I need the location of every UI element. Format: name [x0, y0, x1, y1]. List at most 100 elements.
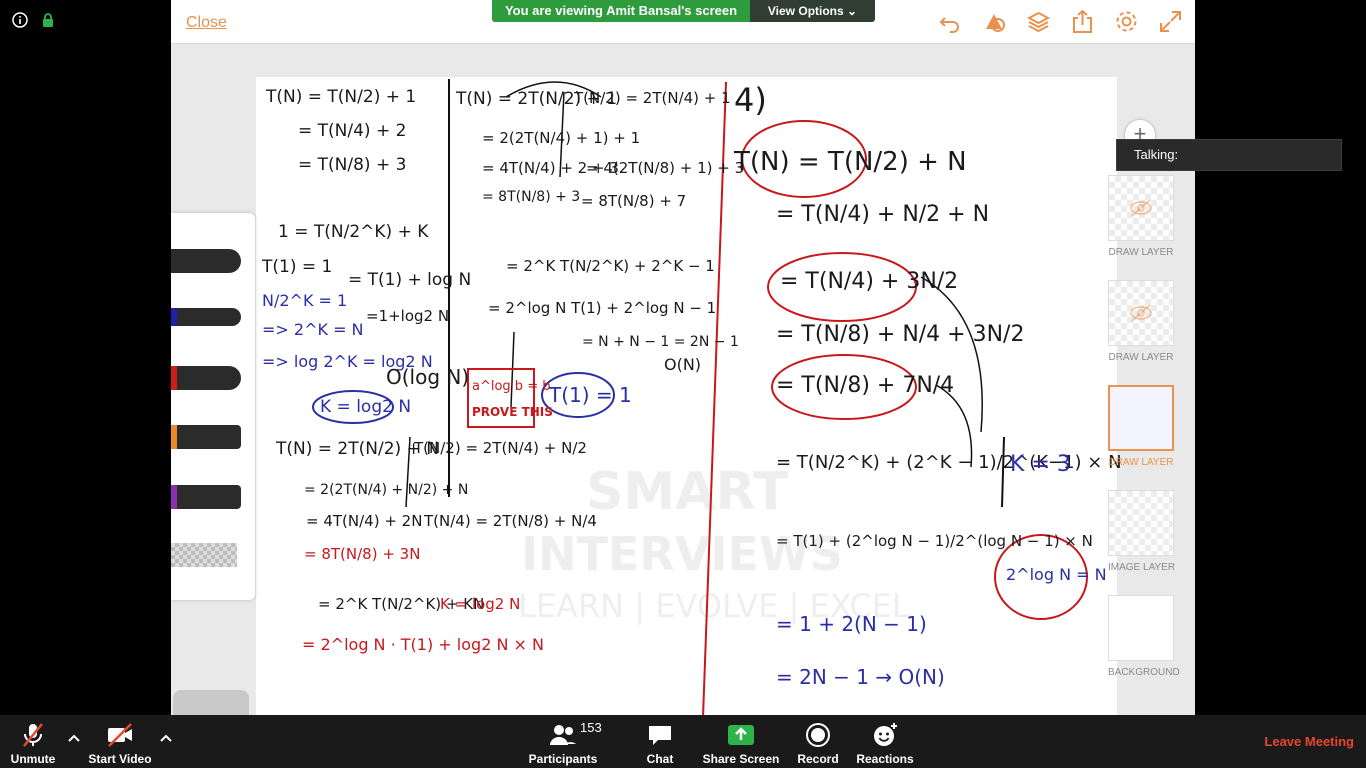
brush-red-tip [171, 366, 177, 390]
view-options-label: View Options [767, 4, 844, 18]
c4-line-3: = T(N/4) + 3N/2 [780, 269, 959, 294]
c2-line-2: T(N/2) = 2T(N/4) + 1 [574, 89, 731, 107]
chat-icon [649, 726, 671, 745]
watermark-tagline: LEARN | EVOLVE | EXCEL [518, 587, 910, 625]
share-screen-button[interactable]: Share Screen [700, 715, 782, 768]
reactions-label: Reactions [856, 752, 914, 766]
hidden-eye-icon [1130, 199, 1152, 217]
layer-5[interactable]: BACKGROUND [1108, 595, 1180, 678]
watermark-title: SMART [586, 462, 789, 522]
start-video-label: Start Video [88, 752, 152, 766]
c2-line-6: = 8T(N/8) + 3 [482, 189, 581, 205]
export-icon[interactable] [1070, 9, 1095, 34]
leave-meeting-button[interactable]: Leave Meeting [1264, 734, 1354, 749]
c4-line-4: = T(N/8) + N/4 + 3N/2 [776, 322, 1025, 347]
layer-2-thumb [1108, 280, 1174, 346]
c1-line-7: N/2^K = 1 [262, 291, 348, 310]
layer-3-label: DRAW LAYER [1108, 457, 1174, 468]
layer-5-label: BACKGROUND [1108, 667, 1180, 678]
chat-label: Chat [646, 752, 674, 766]
audio-options-chevron-icon[interactable] [67, 731, 81, 745]
layer-3-thumb [1108, 385, 1174, 451]
shared-app-window: Close You are viewing Amit Bansal's scre… [171, 0, 1195, 715]
whiteboard-canvas[interactable]: T(N) = T(N/2) + 1 = T(N/4) + 2 = T(N/8) … [256, 77, 1122, 715]
chat-button[interactable]: Chat [638, 715, 682, 768]
reactions-smiley-icon [874, 723, 897, 746]
c2-line-3: = 2(2T(N/4) + 1) + 1 [482, 129, 641, 147]
c4-line-1: T(N) = T(N/2) + N [734, 147, 967, 177]
layer-3-active[interactable]: DRAW LAYER [1108, 385, 1174, 468]
start-video-button[interactable]: Start Video [86, 715, 154, 768]
viewing-banner: You are viewing Amit Bansal's screen Vie… [492, 0, 875, 22]
c1-line-3: = T(N/8) + 3 [298, 155, 407, 175]
prove-formula: a^log b = b [472, 379, 551, 394]
meeting-toolbar: Unmute Start Video Participants 153 Chat… [0, 715, 1366, 768]
c4-line-11: = 2N − 1 → O(N) [776, 665, 945, 689]
eraser-brush[interactable] [171, 543, 237, 567]
status-icons [12, 12, 56, 28]
c4-line-9: 2^log N = N [1006, 565, 1107, 584]
app-tool-icons [938, 9, 1183, 34]
close-link[interactable]: Close [186, 14, 227, 32]
c2-line-9: = 2^log N T(1) + 2^log N − 1 [488, 299, 717, 317]
layer-5-thumb [1108, 595, 1174, 661]
c1-line-1: T(N) = T(N/2) + 1 [266, 87, 417, 107]
participants-label: Participants [528, 752, 598, 766]
brush-orange-tip [171, 425, 177, 449]
fullscreen-icon[interactable] [1158, 9, 1183, 34]
c4-line-2: = T(N/4) + N/2 + N [776, 202, 990, 227]
brush-blue[interactable] [171, 308, 241, 326]
record-label: Record [797, 752, 839, 766]
brush-purple[interactable] [171, 485, 241, 509]
undo-icon[interactable] [938, 9, 963, 34]
brush-orange[interactable] [171, 425, 241, 449]
c4-line-7: K = 3 [1010, 452, 1071, 477]
c1-line-6: = T(1) + log N [348, 270, 472, 290]
talking-indicator: Talking: [1116, 139, 1342, 171]
brush-palette [171, 213, 255, 600]
microphone-muted-icon [23, 723, 43, 747]
c1-line-12: K = log2 N [320, 397, 412, 417]
view-options-button[interactable]: View Options ⌄ [750, 0, 875, 22]
shared-screen-area: Close You are viewing Amit Bansal's scre… [0, 0, 1366, 715]
viewing-message: You are viewing Amit Bansal's screen [492, 0, 750, 22]
c1-line-8: => 2^K = N [262, 320, 364, 339]
layers-panel: + DRAW LAYER DRAW LAYER DRAW LAYER IMAGE… [1108, 115, 1180, 695]
palette-bottom-button[interactable] [173, 690, 249, 715]
layer-4-label: IMAGE LAYER [1108, 562, 1176, 573]
video-options-chevron-icon[interactable] [159, 731, 173, 745]
unmute-button[interactable]: Unmute [4, 715, 62, 768]
c2-line-11: O(N) [664, 355, 702, 374]
c3-line-6: = 8T(N/8) + 3N [304, 545, 421, 563]
c4-line-5: = T(N/8) + 7N/4 [776, 373, 955, 398]
shapes-icon[interactable] [982, 9, 1007, 34]
video-camera-off-icon [108, 723, 132, 747]
share-screen-label: Share Screen [702, 752, 780, 766]
brush-black-tip [171, 249, 177, 273]
t1-equals-1: T(1) = 1 [549, 383, 632, 407]
brush-blue-tip [171, 308, 177, 326]
c1-line-9: =1+log2 N [366, 307, 450, 325]
layer-1-label: DRAW LAYER [1108, 247, 1174, 258]
record-button[interactable]: Record [794, 715, 842, 768]
encryption-lock-icon[interactable] [40, 12, 56, 28]
layer-2[interactable]: DRAW LAYER [1108, 280, 1174, 363]
layers-icon[interactable] [1026, 9, 1051, 34]
c2-line-5: = 4(2T(N/8) + 1) + 3 [586, 159, 745, 177]
chevron-down-icon: ⌄ [847, 4, 858, 18]
c3-line-4: = 4T(N/4) + 2N [306, 512, 423, 530]
settings-icon[interactable] [1114, 9, 1139, 34]
c1-line-4: 1 = T(N/2^K) + K [278, 222, 429, 242]
c2-line-10: = N + N − 1 = 2N − 1 [582, 334, 739, 350]
c2-line-8: = 2^K T(N/2^K) + 2^K − 1 [506, 257, 715, 275]
layer-1[interactable]: DRAW LAYER [1108, 175, 1174, 258]
brush-red[interactable] [171, 366, 241, 390]
layer-2-label: DRAW LAYER [1108, 352, 1174, 363]
layer-4[interactable]: IMAGE LAYER [1108, 490, 1176, 573]
reactions-button[interactable]: Reactions [854, 715, 916, 768]
participants-icon [550, 725, 576, 745]
hidden-eye-icon [1130, 304, 1152, 322]
info-icon[interactable] [12, 12, 28, 28]
brush-black[interactable] [171, 249, 241, 273]
c2-line-7: = 8T(N/8) + 7 [581, 192, 687, 210]
